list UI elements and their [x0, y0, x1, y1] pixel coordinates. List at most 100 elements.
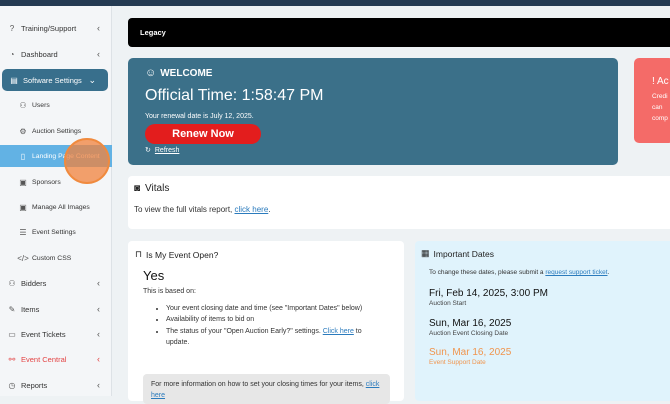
date-label: Auction Start	[429, 300, 467, 307]
important-dates-card: ▦ Important Dates To change these dates,…	[415, 241, 670, 401]
date-item-auction-start: Fri, Feb 14, 2025, 3:00 PM Auction Start	[429, 288, 548, 307]
sidebar-item-label: Training/Support	[21, 23, 77, 33]
sidebar-item-label: Auction Settings	[32, 127, 82, 135]
info-text: For more information on how to set your …	[151, 381, 366, 388]
sidebar-item-event-settings[interactable]: ☰ Event Settings	[0, 221, 112, 243]
help-circle-icon: ?	[9, 23, 15, 33]
legacy-bar: Legacy	[128, 18, 670, 47]
sidebar-item-dashboard[interactable]: ◔ Dashboard ‹	[0, 43, 112, 65]
users-icon: ⚇	[8, 278, 16, 288]
welcome-title-text: WELCOME	[160, 67, 213, 79]
chevron-left-icon: ‹	[97, 278, 100, 288]
sidebar-item-label: Reports	[21, 380, 48, 390]
bullet-text: The status of your "Open Auction Early?"…	[166, 327, 323, 335]
alert-line: comp	[652, 115, 668, 122]
sidebar-item-label: Manage All Images	[32, 203, 90, 211]
sidebar-item-label: Event Settings	[32, 228, 76, 236]
sidebar-item-users[interactable]: ⚇ Users	[0, 94, 112, 116]
list-item: Your event closing date and time (see "I…	[166, 303, 366, 314]
refresh-link[interactable]: ↻ Refresh	[145, 146, 180, 155]
sidebar: ? Training/Support ‹ ◔ Dashboard ‹ ▤ Sof…	[0, 6, 112, 396]
chevron-left-icon: ‹	[97, 329, 100, 339]
chevron-left-icon: ‹	[97, 49, 100, 59]
code-icon: </>	[17, 253, 29, 263]
date-value: Sun, Mar 16, 2025	[429, 347, 512, 358]
smile-icon: ☺	[145, 67, 157, 79]
vitals-text-suffix: .	[268, 205, 271, 214]
alert-title: ! Ac	[652, 76, 669, 87]
dates-info-suffix: .	[607, 269, 610, 276]
dashboard-icon: ◔	[9, 49, 15, 59]
sidebar-item-label: Users	[32, 101, 50, 109]
click-indicator	[64, 138, 110, 184]
sidebar-item-label: Sponsors	[32, 178, 61, 186]
ticket-icon: ▭	[8, 329, 16, 339]
chevron-down-icon: ⌄	[88, 74, 96, 85]
sidebar-item-manage-all-images[interactable]: ▣ Manage All Images	[0, 196, 112, 218]
vitals-title: ◙ Vitals	[134, 183, 169, 194]
refresh-icon: ↻	[145, 147, 151, 154]
event-open-title-text: Is My Event Open?	[146, 249, 219, 260]
chevron-left-icon: ‹	[97, 304, 100, 314]
calendar-icon: ▦	[421, 248, 430, 258]
renewal-date-text: Your renewal date is July 12, 2025.	[145, 113, 254, 120]
image-icon: ▣	[19, 177, 27, 187]
refresh-label[interactable]: Refresh	[155, 147, 180, 154]
based-on-text: This is based on:	[143, 288, 196, 295]
sidebar-item-event-central[interactable]: ⚯ Event Central ‹	[0, 348, 112, 370]
sidebar-item-label: Custom CSS	[32, 254, 72, 262]
list-icon: ☰	[19, 227, 27, 237]
important-dates-title-text: Important Dates	[433, 248, 494, 259]
sidebar-item-custom-css[interactable]: </> Custom CSS	[0, 247, 112, 269]
sidebar-item-label: Event Tickets	[21, 329, 66, 339]
images-icon: ▣	[19, 202, 27, 212]
event-open-card: ⊓ Is My Event Open? Yes This is based on…	[128, 241, 404, 404]
wrench-icon: ✎	[8, 304, 16, 314]
users-icon: ⚇	[19, 100, 27, 110]
event-open-status: Yes	[143, 268, 165, 283]
sidebar-item-label: Items	[21, 304, 40, 314]
vitals-click-here-link[interactable]: click here	[234, 205, 268, 214]
event-open-title: ⊓ Is My Event Open?	[135, 249, 218, 260]
closing-times-info-box: For more information on how to set your …	[143, 374, 390, 404]
date-value: Fri, Feb 14, 2025, 3:00 PM	[429, 288, 548, 299]
camera-icon: ◙	[134, 183, 141, 194]
vitals-text: To view the full vitals report, click he…	[134, 205, 271, 214]
date-item-support-date: Sun, Mar 16, 2025 Event Support Date	[429, 347, 511, 366]
dates-info-prefix: To change these dates, please submit a	[429, 269, 546, 276]
sidebar-item-training-support[interactable]: ? Training/Support ‹	[0, 17, 112, 39]
sidebar-item-label: Bidders	[21, 278, 47, 288]
chevron-left-icon: ‹	[97, 380, 100, 390]
click-here-link[interactable]: Click here	[323, 328, 354, 335]
gear-icon: ⚙	[19, 126, 27, 136]
date-label: Event Support Date	[429, 359, 486, 366]
chevron-left-icon: ‹	[97, 23, 100, 33]
sidebar-item-bidders[interactable]: ⚇ Bidders ‹	[0, 272, 112, 294]
lock-open-icon: ⊓	[135, 249, 143, 259]
alert-line: can	[652, 104, 663, 111]
list-item: The status of your "Open Auction Early?"…	[166, 326, 366, 349]
sidebar-item-software-settings[interactable]: ▤ Software Settings ⌄	[2, 69, 108, 91]
date-label: Auction Event Closing Date	[429, 330, 509, 337]
settings-panel-icon: ▤	[10, 75, 18, 85]
sidebar-item-label: Dashboard	[21, 49, 58, 59]
vitals-title-text: Vitals	[145, 183, 170, 194]
vitals-card: ◙ Vitals To view the full vitals report,…	[128, 176, 670, 229]
alert-line: Credi	[652, 93, 668, 100]
renew-now-button[interactable]: Renew Now	[145, 124, 261, 144]
document-icon: ▯	[20, 151, 26, 161]
request-support-ticket-link[interactable]: request support ticket	[545, 269, 607, 276]
alert-card: ! Ac Credi can comp	[634, 58, 670, 143]
event-open-reasons: Your event closing date and time (see "I…	[166, 303, 366, 348]
sidebar-item-label: Software Settings	[23, 75, 82, 85]
event-central-icon: ⚯	[8, 354, 16, 364]
vitals-text-prefix: To view the full vitals report,	[134, 205, 235, 214]
welcome-card: ☺ WELCOME Official Time: 1:58:47 PM Your…	[128, 58, 618, 165]
sidebar-item-reports[interactable]: ◷ Reports ‹	[0, 374, 112, 396]
official-time: Official Time: 1:58:47 PM	[145, 87, 324, 104]
welcome-title: ☺ WELCOME	[145, 67, 212, 79]
chevron-left-icon: ‹	[97, 354, 100, 364]
sidebar-item-items[interactable]: ✎ Items ‹	[0, 298, 112, 320]
date-value: Sun, Mar 16, 2025	[429, 318, 512, 329]
sidebar-item-event-tickets[interactable]: ▭ Event Tickets ‹	[0, 323, 112, 345]
